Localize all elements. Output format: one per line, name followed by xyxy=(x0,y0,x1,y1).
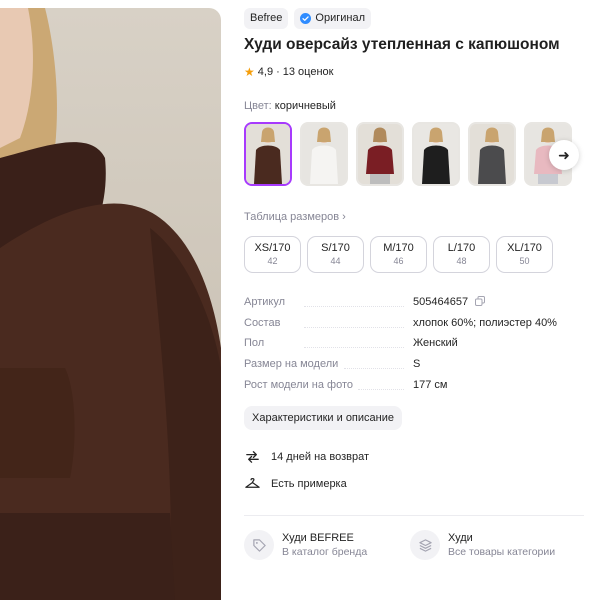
rating-count: 13 оценок xyxy=(282,66,334,78)
divider xyxy=(244,515,584,516)
spec-key: Состав xyxy=(244,316,281,329)
spec-leader xyxy=(344,368,404,370)
spec-row: Пол Женский xyxy=(244,337,584,358)
verified-icon xyxy=(300,13,312,24)
size-options: XS/170 42 S/170 44 M/170 46 L/170 48 XL/… xyxy=(244,236,553,273)
color-label-value: коричневый xyxy=(274,100,336,112)
size-option-ru: 46 xyxy=(393,256,404,266)
swatches-next-button[interactable]: ➜ xyxy=(549,140,579,170)
spec-leader xyxy=(358,388,404,390)
size-option-name: XL/170 xyxy=(507,242,542,254)
feature-fitting: Есть примерка xyxy=(244,475,347,492)
color-swatch-white[interactable] xyxy=(300,122,348,186)
feature-returns: 14 дней на возврат xyxy=(244,448,369,465)
spec-value: 177 см xyxy=(413,378,448,391)
size-option-ru: 48 xyxy=(456,256,467,266)
size-table-link[interactable]: Таблица размеров › xyxy=(244,211,346,223)
tag-icon xyxy=(252,538,266,552)
size-option[interactable]: L/170 48 xyxy=(433,236,490,273)
category-link-title: Худи xyxy=(448,532,473,544)
category-link[interactable]: Худи Все товары категории xyxy=(410,530,555,560)
brand-badge-label: Befree xyxy=(250,12,283,24)
article-number[interactable]: 505464657 xyxy=(413,296,468,308)
spec-row: Рост модели на фото 177 см xyxy=(244,379,584,400)
spec-leader xyxy=(304,306,404,307)
rating-value: 4,9 xyxy=(257,66,274,78)
original-badge[interactable]: Оригинал xyxy=(294,8,372,29)
category-link-subtitle: Все товары категории xyxy=(448,546,556,558)
star-icon: ★ xyxy=(244,65,255,79)
size-option-ru: 44 xyxy=(330,256,341,266)
spec-row: Артикул 505464657 xyxy=(244,296,584,317)
characteristics-button[interactable]: Характеристики и описание xyxy=(244,406,402,430)
size-option[interactable]: M/170 46 xyxy=(370,236,427,273)
brand-catalog-title: Худи BEFREE xyxy=(282,532,354,544)
spec-value: 505464657 xyxy=(413,296,486,308)
spec-key: Размер на модели xyxy=(244,358,339,371)
size-option-ru: 42 xyxy=(267,256,278,266)
rating-separator: · xyxy=(276,66,280,78)
size-option-name: XS/170 xyxy=(254,242,291,254)
color-swatch-black[interactable] xyxy=(412,122,460,186)
product-title: Худи оверсайз утепленная с капюшоном xyxy=(244,36,560,53)
size-option[interactable]: XL/170 50 xyxy=(496,236,553,273)
feature-fitting-label: Есть примерка xyxy=(271,477,347,490)
size-option-name: M/170 xyxy=(383,242,414,254)
spec-value: S xyxy=(413,358,421,371)
return-arrows-icon xyxy=(246,451,259,463)
size-option-ru: 50 xyxy=(519,256,530,266)
color-swatches xyxy=(244,122,572,186)
layers-icon xyxy=(418,538,432,552)
spec-key: Рост модели на фото xyxy=(244,378,354,391)
product-photo[interactable] xyxy=(0,8,221,600)
color-swatch-brown[interactable] xyxy=(244,122,292,186)
specs-list: Артикул 505464657 Состав хлопок 60%; пол… xyxy=(244,296,584,399)
spec-value: Женский xyxy=(413,337,458,350)
chevron-right-icon: › xyxy=(342,211,346,223)
size-option-name: S/170 xyxy=(321,242,350,254)
spec-key: Пол xyxy=(244,337,265,350)
hanger-icon xyxy=(245,478,260,488)
size-option[interactable]: S/170 44 xyxy=(307,236,364,273)
spec-key: Артикул xyxy=(244,296,286,308)
arrow-right-icon: ➜ xyxy=(558,146,570,163)
spec-value: хлопок 60%; полиэстер 40% xyxy=(413,316,557,329)
color-swatch-gray[interactable] xyxy=(468,122,516,186)
copy-icon[interactable] xyxy=(475,296,486,306)
brand-badge[interactable]: Befree xyxy=(244,8,289,29)
color-swatch-burgundy[interactable] xyxy=(356,122,404,186)
spec-row: Состав хлопок 60%; полиэстер 40% xyxy=(244,317,584,338)
spec-row: Размер на модели S xyxy=(244,358,584,379)
size-table-link-label: Таблица размеров xyxy=(244,211,340,223)
size-option-name: L/170 xyxy=(447,242,476,254)
brand-catalog-subtitle: В каталог бренда xyxy=(282,546,368,558)
brand-catalog-link[interactable]: Худи BEFREE В каталог бренда xyxy=(244,530,367,560)
layers-icon-wrap xyxy=(410,530,440,560)
badge-row: Befree Оригинал xyxy=(244,8,372,29)
feature-returns-label: 14 дней на возврат xyxy=(271,450,369,463)
rating[interactable]: ★ 4,9 · 13 оценок xyxy=(244,65,333,79)
color-label: Цвет: коричневый xyxy=(244,100,336,112)
tag-icon-wrap xyxy=(244,530,274,560)
spec-leader xyxy=(304,326,404,328)
size-option[interactable]: XS/170 42 xyxy=(244,236,301,273)
spec-leader xyxy=(304,347,404,349)
color-label-key: Цвет: xyxy=(244,100,272,112)
original-badge-label: Оригинал xyxy=(315,12,366,24)
